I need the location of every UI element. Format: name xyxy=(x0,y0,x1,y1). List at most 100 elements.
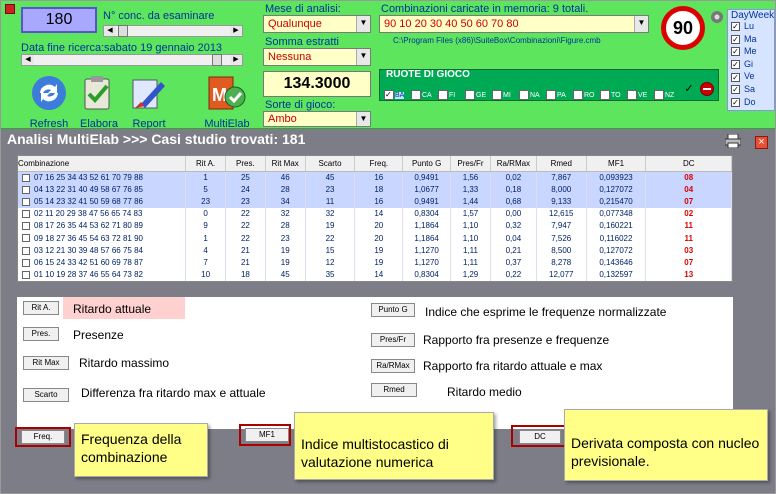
ruota-checkbox-ba[interactable]: ✓ BA xyxy=(384,90,411,101)
rmed-button[interactable]: Rmed xyxy=(371,383,417,397)
combo-select[interactable]: 90 10 20 30 40 50 60 70 80 ▼ xyxy=(379,15,649,33)
close-icon[interactable]: × xyxy=(755,136,768,149)
sorte-select[interactable]: Ambo ▼ xyxy=(263,111,371,127)
day-checkbox-me[interactable]: ✓ Me xyxy=(728,46,774,59)
clipboard-check-icon xyxy=(84,76,110,110)
table-cell: 12,077 xyxy=(536,268,587,281)
count-slider[interactable]: ◀ ▶ xyxy=(103,25,243,37)
ruota-checkbox-ro[interactable]: RO xyxy=(573,90,600,101)
rita-button[interactable]: Rit A. xyxy=(23,301,59,315)
row-checkbox[interactable] xyxy=(22,222,30,231)
table-row[interactable]: 02 11 20 29 38 47 56 65 74 83 0 22 32 32 14 0,… xyxy=(18,207,732,220)
ritmax-button[interactable]: Rit Max xyxy=(23,356,69,370)
column-header[interactable]: Combinazione xyxy=(18,156,187,172)
day-checkbox-ve[interactable]: ✓ Ve xyxy=(728,71,774,84)
row-checkbox[interactable] xyxy=(22,173,30,182)
checkbox-icon xyxy=(627,90,637,101)
table-cell: 21 xyxy=(225,256,266,269)
chevron-down-icon: ▼ xyxy=(356,112,370,126)
column-header[interactable]: Rit Max xyxy=(265,156,306,172)
table-row[interactable]: 06 15 24 33 42 51 60 69 78 87 7 21 19 12 19 1,… xyxy=(18,256,732,269)
table-row[interactable]: 09 18 27 36 45 54 63 72 81 90 1 22 23 22 20 1,… xyxy=(18,231,732,245)
table-cell: 22 xyxy=(305,231,356,245)
ruota-label: GE xyxy=(476,92,487,99)
mf1-button[interactable]: MF1 xyxy=(245,428,289,442)
table-row[interactable]: 05 14 23 32 41 50 59 68 77 86 23 23 34 11 16 0… xyxy=(18,195,732,208)
settings-icon[interactable] xyxy=(709,9,725,25)
freq-button[interactable]: Freq. xyxy=(21,430,65,444)
day-checkbox-ma[interactable]: ✓ Ma xyxy=(728,34,774,47)
ruota-label: RO xyxy=(584,92,595,99)
ruota-checkbox-mi[interactable]: MI xyxy=(492,90,519,101)
count-slider-thumb[interactable] xyxy=(118,25,128,37)
column-header[interactable]: MF1 xyxy=(586,156,647,172)
ruota-checkbox-to[interactable]: TO xyxy=(600,90,627,101)
no-entry-icon[interactable] xyxy=(700,82,714,96)
presfr-button[interactable]: Pres/Fr xyxy=(371,333,415,347)
ruota-checkbox-na[interactable]: NA xyxy=(519,90,546,101)
pres-button[interactable]: Pres. xyxy=(23,327,59,341)
row-checkbox[interactable] xyxy=(22,246,30,255)
ruota-label: NZ xyxy=(665,92,675,99)
column-header[interactable]: Rmed xyxy=(536,156,587,172)
table-row[interactable]: 03 12 21 30 39 48 57 66 75 84 4 21 19 15 19 1,… xyxy=(18,244,732,257)
puntog-button[interactable]: Punto G xyxy=(371,303,415,317)
ruota-checkbox-ve[interactable]: VE xyxy=(627,90,654,101)
refresh-button[interactable] xyxy=(28,73,70,113)
ruota-checkbox-pa[interactable]: PA xyxy=(546,90,573,101)
row-checkbox[interactable] xyxy=(22,197,30,206)
ruota-checkbox-ge[interactable]: GE xyxy=(465,90,492,101)
ruota-checkbox-fi[interactable]: FI xyxy=(438,90,465,101)
row-checkbox[interactable] xyxy=(22,185,30,194)
table-row[interactable]: 07 16 25 34 43 52 61 70 79 88 1 25 46 45 16 0,… xyxy=(18,171,732,184)
row-checkbox[interactable] xyxy=(22,258,30,267)
day-checkbox-sa[interactable]: ✓ Sa xyxy=(728,84,774,97)
pres-description: Presenze xyxy=(73,328,124,342)
combination-text: 09 18 27 36 45 54 63 72 81 90 xyxy=(34,233,143,243)
somma-select[interactable]: Nessuna ▼ xyxy=(263,48,371,66)
column-header[interactable]: Scarto xyxy=(305,156,356,172)
column-header[interactable]: DC xyxy=(645,156,732,172)
scarto-button[interactable]: Scarto xyxy=(23,388,69,402)
report-button[interactable] xyxy=(127,73,169,113)
row-checkbox[interactable] xyxy=(22,270,30,279)
column-header[interactable]: Pres/Fr xyxy=(450,156,491,172)
table-cell: 14 xyxy=(354,207,404,220)
column-header[interactable]: Punto G xyxy=(402,156,452,172)
mese-select[interactable]: Qualunque ▼ xyxy=(263,15,371,33)
day-checkbox-lu[interactable]: ✓ Lu xyxy=(728,21,774,34)
rmed-description: Ritardo medio xyxy=(447,385,522,399)
table-cell: 05 14 23 32 41 50 59 68 77 86 xyxy=(18,195,187,208)
table-cell: 28 xyxy=(265,219,306,232)
window-menu-icon[interactable] xyxy=(5,4,15,14)
table-cell: 1,1270 xyxy=(402,256,452,269)
column-header[interactable]: Freq. xyxy=(354,156,404,172)
table-cell: 0,215470 xyxy=(586,195,647,208)
date-slider-thumb[interactable] xyxy=(212,54,222,66)
check-all-icon[interactable]: ✓ xyxy=(682,82,696,96)
printer-icon[interactable] xyxy=(724,133,742,149)
row-checkbox[interactable] xyxy=(22,210,30,219)
day-checkbox-gi[interactable]: ✓ Gi xyxy=(728,59,774,72)
day-checkbox-do[interactable]: ✓ Do xyxy=(728,97,774,110)
elabora-button[interactable] xyxy=(77,73,119,113)
dc-button[interactable]: DC xyxy=(519,430,561,444)
column-header[interactable]: Rit A. xyxy=(185,156,226,172)
ruota-checkbox-nz[interactable]: NZ xyxy=(654,90,681,101)
column-header[interactable]: Pres. xyxy=(225,156,266,172)
table-cell: 9 xyxy=(185,219,226,232)
ruota-checkbox-ca[interactable]: CA xyxy=(411,90,438,101)
table-row[interactable]: 04 13 22 31 40 49 58 67 76 85 5 24 28 23 18 1,… xyxy=(18,183,732,196)
table-row[interactable]: 08 17 26 35 44 53 62 71 80 89 9 22 28 19 20 1,… xyxy=(18,219,732,232)
rarmax-button[interactable]: Ra/RMax xyxy=(371,359,415,373)
table-row[interactable]: 01 10 19 28 37 46 55 64 73 82 10 18 45 35 14 0… xyxy=(18,268,732,281)
multielab-button[interactable]: M xyxy=(206,73,248,113)
count-label: N° conc. da esaminare xyxy=(103,10,215,22)
checkbox-icon xyxy=(411,90,421,101)
date-slider[interactable]: ◀ ▶ xyxy=(21,54,243,66)
table-cell: 19 xyxy=(354,244,404,257)
table-cell: 11 xyxy=(645,219,732,232)
row-checkbox[interactable] xyxy=(22,234,30,243)
column-header[interactable]: Ra/RMax xyxy=(490,156,537,172)
table-cell: 06 15 24 33 42 51 60 69 78 87 xyxy=(18,256,187,269)
